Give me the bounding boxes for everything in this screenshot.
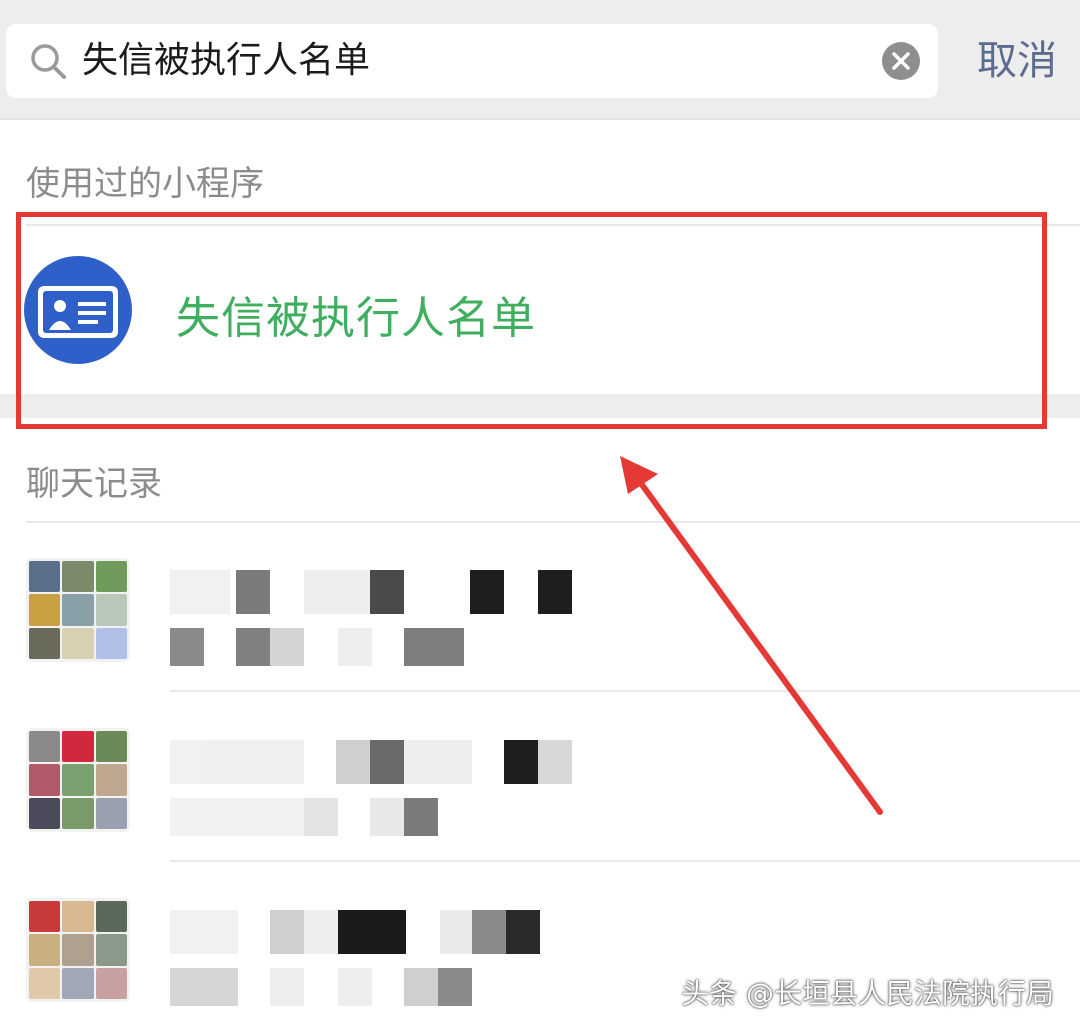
blurred-chat-snippet: [170, 628, 490, 666]
divider: [170, 690, 1080, 692]
blurred-chat-title: [170, 740, 610, 784]
section-title-chat-history: 聊天记录: [26, 464, 162, 504]
divider: [170, 860, 1080, 862]
cancel-button[interactable]: 取消: [962, 24, 1072, 98]
clear-icon[interactable]: [882, 42, 920, 80]
watermark: 头条 @长垣县人民法院执行局: [681, 977, 1054, 1010]
search-bar: 失信被执行人名单 取消: [0, 0, 1080, 120]
chat-result-item[interactable]: [0, 524, 1080, 694]
section-title-mini-programs: 使用过的小程序: [26, 164, 264, 204]
chat-result-item[interactable]: [0, 694, 1080, 864]
divider: [26, 521, 1080, 523]
blurred-chat-snippet: [170, 798, 490, 836]
highlight-box: [16, 212, 1047, 429]
blurred-chat-snippet: [170, 968, 490, 1006]
group-avatar: [26, 558, 130, 662]
search-input[interactable]: 失信被执行人名单: [6, 24, 938, 98]
blurred-chat-title: [170, 910, 610, 954]
search-icon: [31, 44, 66, 79]
blurred-chat-title: [170, 570, 610, 614]
group-avatar: [26, 898, 130, 1002]
search-query: 失信被执行人名单: [82, 40, 371, 81]
group-avatar: [26, 728, 130, 832]
